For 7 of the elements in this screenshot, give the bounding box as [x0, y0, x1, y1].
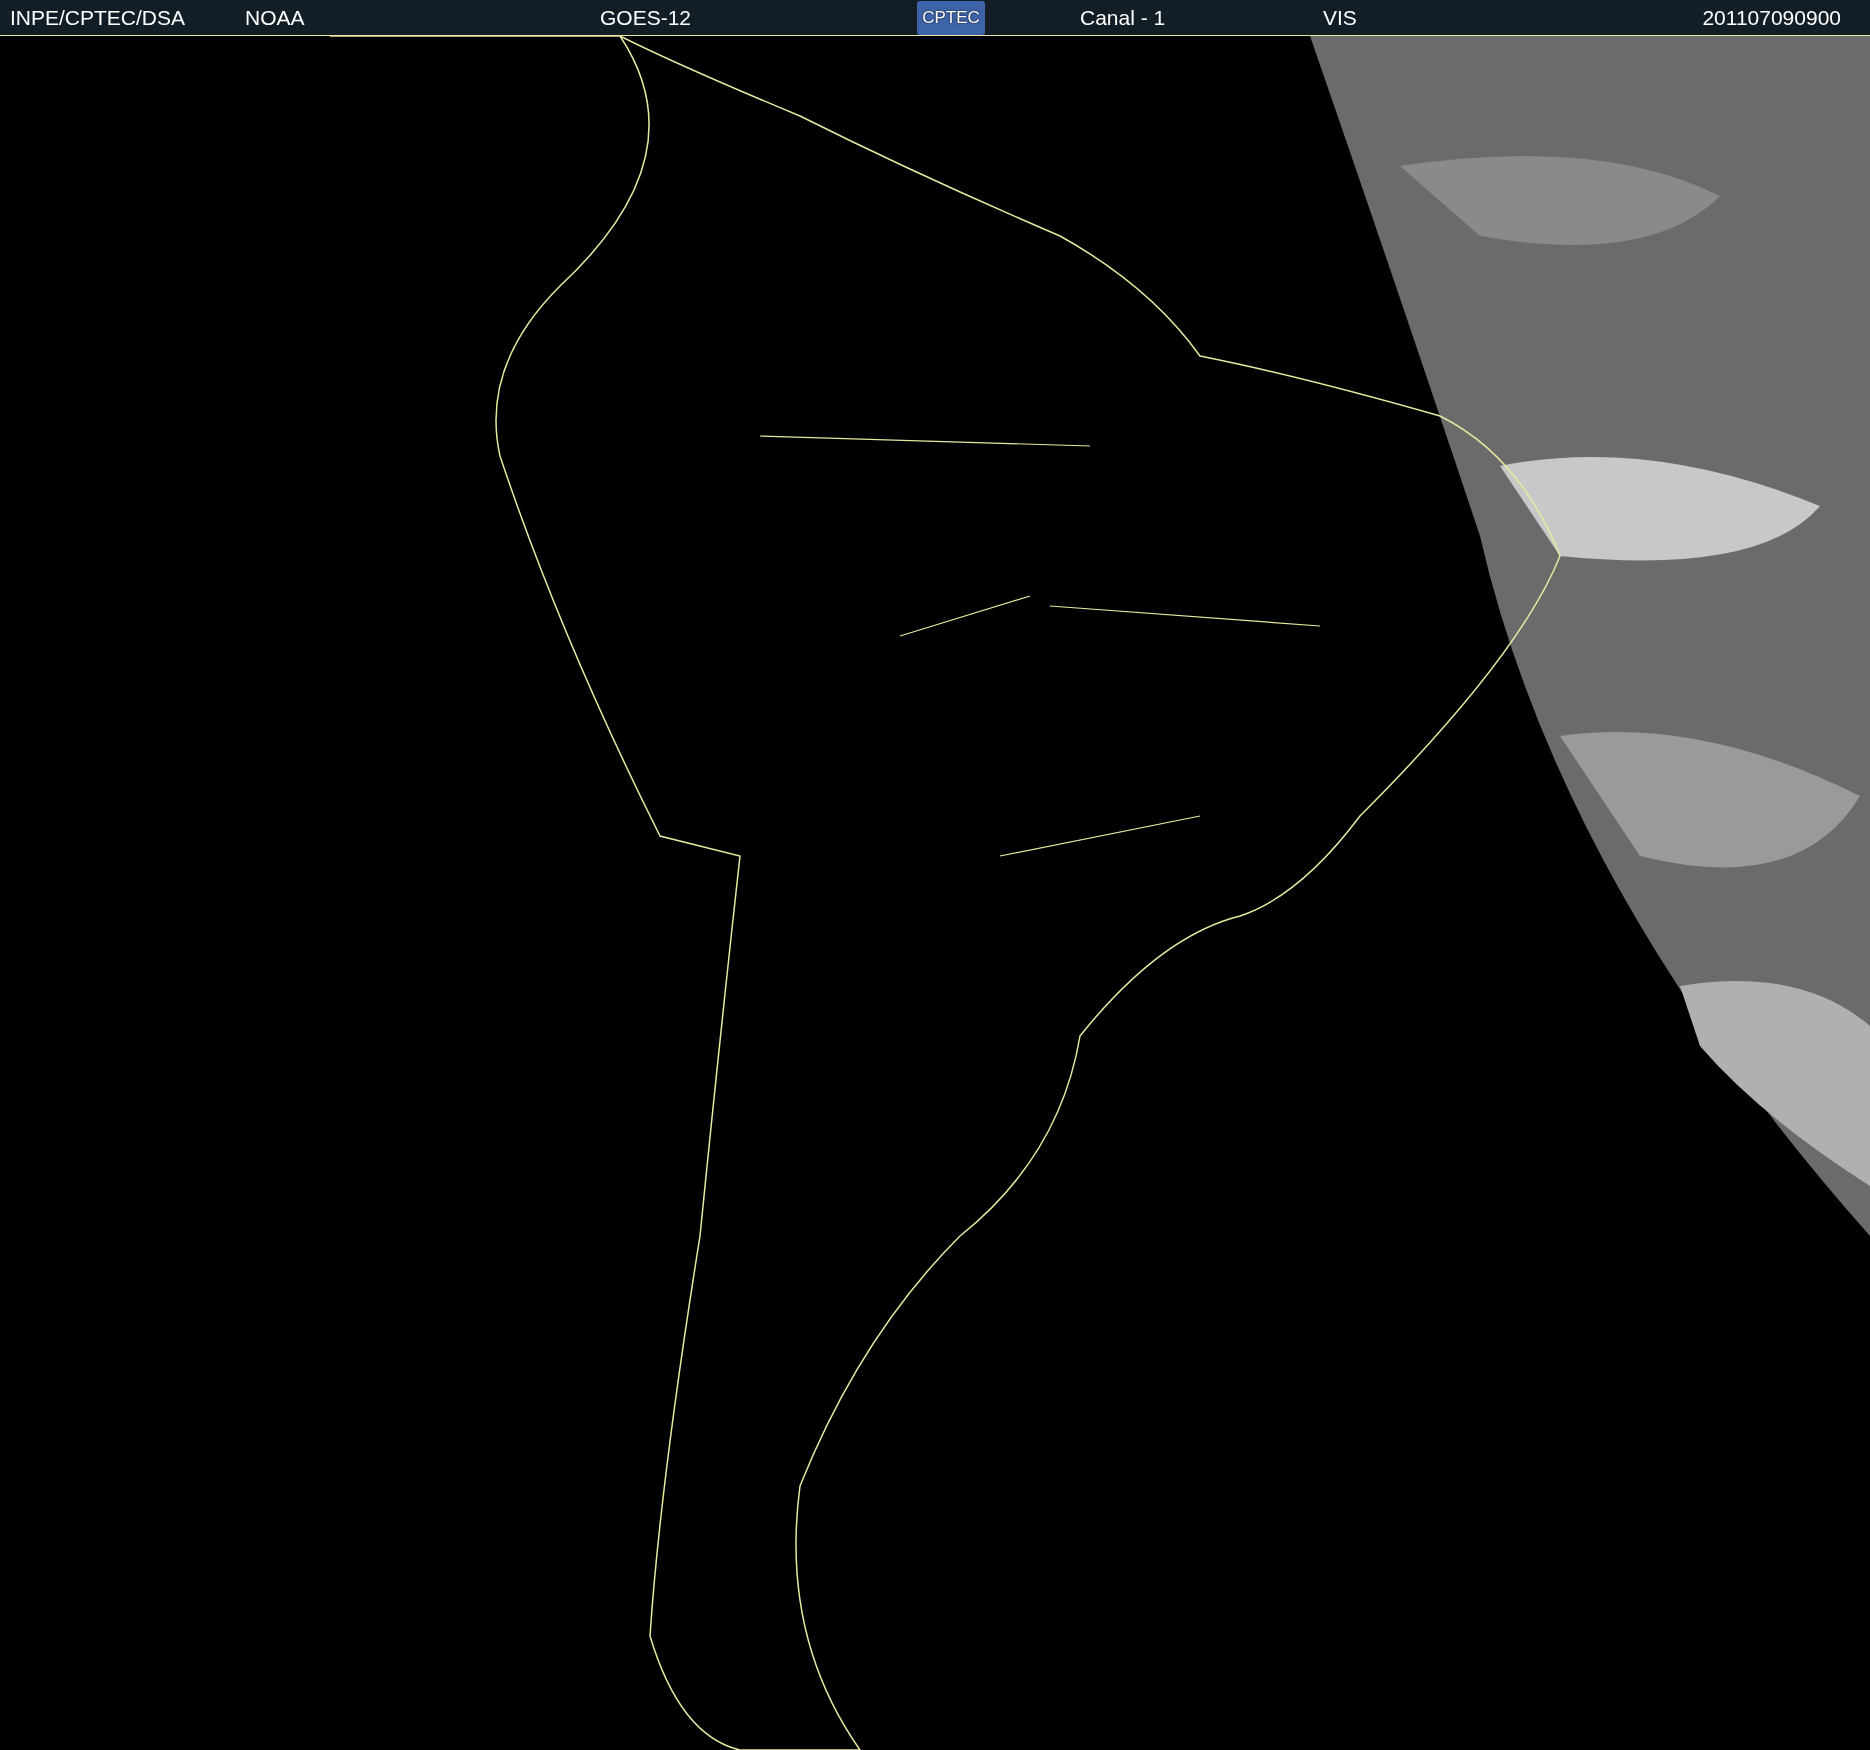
timestamp-label: 201107090900 [1702, 4, 1841, 31]
agency-label: INPE/CPTEC/DSA [10, 4, 187, 31]
logo: CPTEC [917, 0, 985, 35]
provider-label: NOAA [245, 4, 306, 31]
band-label: VIS [1323, 4, 1358, 31]
channel-label: Canal - 1 [1080, 4, 1167, 31]
satellite-label: GOES-12 [600, 4, 693, 31]
